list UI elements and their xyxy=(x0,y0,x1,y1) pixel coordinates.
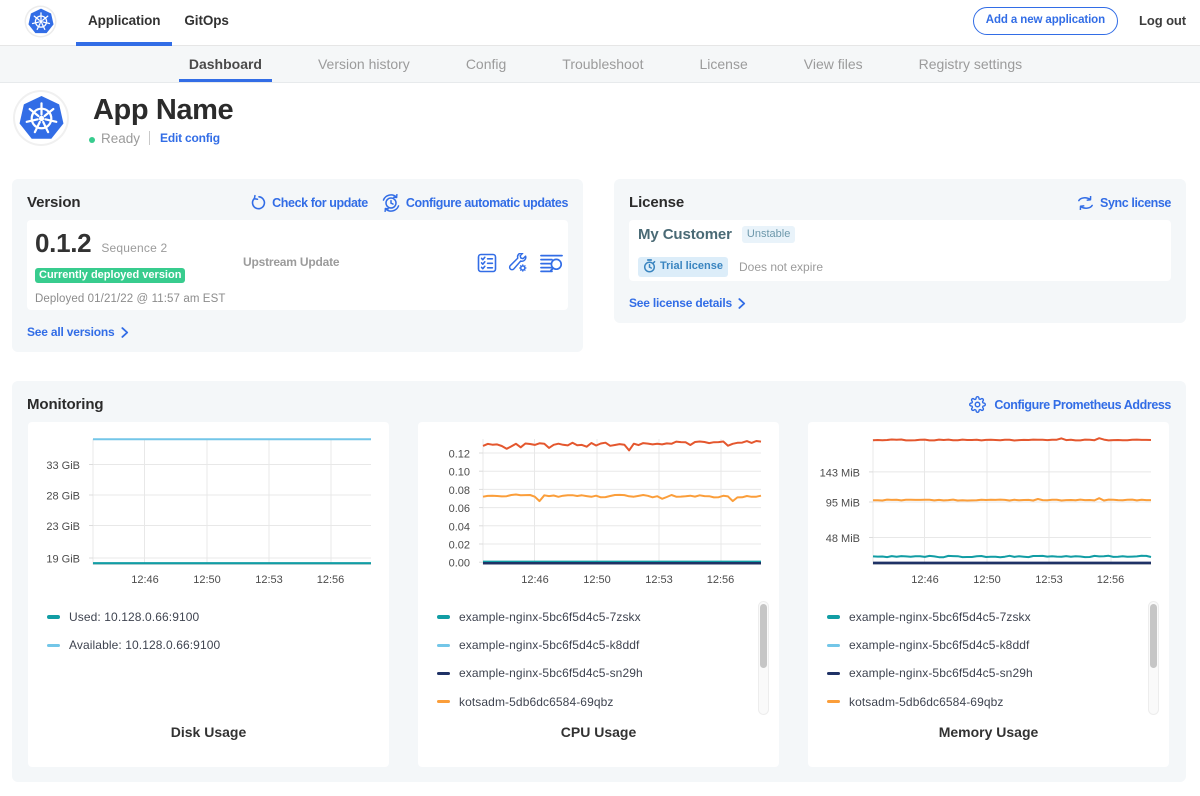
svg-text:12:50: 12:50 xyxy=(193,574,221,586)
svg-text:12:50: 12:50 xyxy=(583,574,611,586)
svg-text:0.02: 0.02 xyxy=(449,539,470,551)
svg-text:12:46: 12:46 xyxy=(131,574,159,586)
svg-text:12:56: 12:56 xyxy=(317,574,345,586)
svg-text:23 GiB: 23 GiB xyxy=(46,521,80,533)
svg-text:95 MiB: 95 MiB xyxy=(826,497,860,509)
svg-text:12:53: 12:53 xyxy=(645,574,673,586)
svg-text:0.04: 0.04 xyxy=(449,521,470,533)
svg-text:12:53: 12:53 xyxy=(255,574,283,586)
svg-text:12:56: 12:56 xyxy=(707,574,735,586)
svg-text:12:56: 12:56 xyxy=(1097,574,1125,586)
svg-text:12:53: 12:53 xyxy=(1035,574,1063,586)
svg-text:0.10: 0.10 xyxy=(449,466,470,478)
svg-text:28 GiB: 28 GiB xyxy=(46,490,80,502)
svg-text:0.00: 0.00 xyxy=(449,557,470,569)
svg-text:19 GiB: 19 GiB xyxy=(46,553,80,565)
svg-text:33 GiB: 33 GiB xyxy=(46,460,80,472)
svg-text:0.08: 0.08 xyxy=(449,484,470,496)
svg-text:12:46: 12:46 xyxy=(911,574,939,586)
svg-text:0.12: 0.12 xyxy=(449,448,470,460)
svg-text:0.06: 0.06 xyxy=(449,503,470,515)
svg-text:12:50: 12:50 xyxy=(973,574,1001,586)
svg-text:143 MiB: 143 MiB xyxy=(820,467,860,479)
svg-text:12:46: 12:46 xyxy=(521,574,549,586)
svg-text:48 MiB: 48 MiB xyxy=(826,533,860,545)
